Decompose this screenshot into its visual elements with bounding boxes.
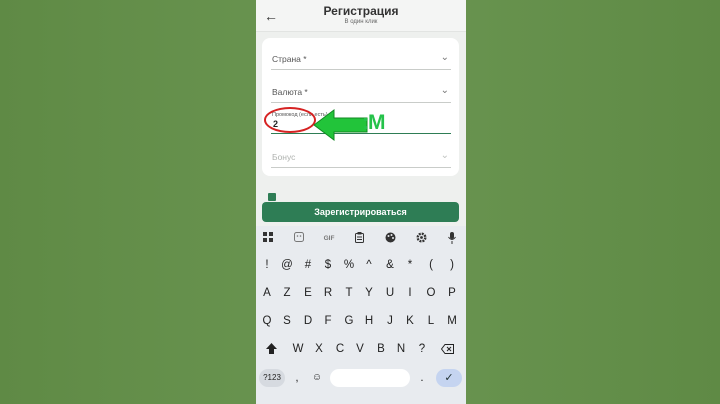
- key[interactable]: Y: [360, 282, 378, 304]
- key[interactable]: @: [278, 254, 296, 276]
- key[interactable]: O: [422, 282, 440, 304]
- key[interactable]: C: [331, 338, 349, 360]
- overlay-letters: :M: [362, 111, 385, 134]
- register-button[interactable]: Зарегистрироваться: [262, 202, 459, 222]
- emoji-icon[interactable]: ☺: [308, 367, 326, 389]
- red-circle-highlight: [264, 107, 316, 133]
- key[interactable]: J: [381, 310, 399, 332]
- page-subtitle: В один клик: [344, 19, 378, 25]
- gif-button[interactable]: GIF: [320, 232, 338, 246]
- key[interactable]: T: [340, 282, 358, 304]
- page-title: Регистрация: [323, 4, 399, 18]
- key[interactable]: P: [443, 282, 461, 304]
- key[interactable]: M: [443, 310, 461, 332]
- currency-label: Валюта *: [272, 87, 308, 97]
- mic-icon[interactable]: [443, 232, 461, 246]
- key[interactable]: #: [299, 254, 317, 276]
- key[interactable]: X: [310, 338, 328, 360]
- key[interactable]: (: [422, 254, 440, 276]
- key[interactable]: K: [401, 310, 419, 332]
- keyboard-row-symbols: ! @ # $ % ^ & * ( ): [256, 254, 466, 278]
- backspace-icon[interactable]: [438, 338, 456, 360]
- key[interactable]: Z: [278, 282, 296, 304]
- key[interactable]: E: [299, 282, 317, 304]
- key[interactable]: W: [289, 338, 307, 360]
- key[interactable]: U: [381, 282, 399, 304]
- key[interactable]: R: [319, 282, 337, 304]
- key[interactable]: F: [319, 310, 337, 332]
- keyboard-row-bottom: ?123 , ☺ . ✓: [256, 367, 466, 391]
- space-key[interactable]: [330, 369, 410, 387]
- key[interactable]: L: [422, 310, 440, 332]
- phone-screen: ← Регистрация В один клик Страна * ⌄ Вал…: [256, 0, 466, 404]
- key[interactable]: $: [319, 254, 337, 276]
- bonus-select[interactable]: Бонус ⌄: [271, 146, 451, 168]
- gear-icon[interactable]: [412, 232, 430, 246]
- clipboard-icon[interactable]: [350, 232, 368, 246]
- key[interactable]: H: [360, 310, 378, 332]
- keyboard-row-2: Q S D F G H J K L M: [256, 310, 466, 334]
- grid-icon[interactable]: [259, 232, 277, 246]
- bonus-label: Бонус: [272, 152, 296, 162]
- country-select[interactable]: Страна * ⌄: [271, 48, 451, 70]
- key[interactable]: N: [392, 338, 410, 360]
- key[interactable]: &: [381, 254, 399, 276]
- chevron-down-icon: ⌄: [440, 52, 449, 63]
- currency-select[interactable]: Валюта * ⌄: [271, 81, 451, 103]
- key[interactable]: V: [351, 338, 369, 360]
- app-header: ← Регистрация В один клик: [256, 0, 466, 32]
- chevron-down-icon: ⌄: [440, 150, 449, 161]
- key[interactable]: I: [401, 282, 419, 304]
- key[interactable]: *: [401, 254, 419, 276]
- keyboard: GIF ! @ # $ % ^ & * ( ) A Z E R T Y U I …: [256, 226, 466, 404]
- keyboard-row-1: A Z E R T Y U I O P: [256, 282, 466, 306]
- key[interactable]: S: [278, 310, 296, 332]
- key[interactable]: .: [413, 367, 431, 389]
- num-key[interactable]: ?123: [259, 369, 285, 387]
- keyboard-toolbar: GIF: [256, 228, 466, 250]
- key[interactable]: Q: [258, 310, 276, 332]
- key[interactable]: ?: [413, 338, 431, 360]
- key[interactable]: D: [299, 310, 317, 332]
- enter-check-icon[interactable]: ✓: [436, 369, 462, 387]
- registration-form: Страна * ⌄ Валюта * ⌄ Промокод (если ест…: [262, 38, 459, 176]
- shift-icon[interactable]: [262, 338, 280, 360]
- key[interactable]: !: [258, 254, 276, 276]
- checkbox[interactable]: [268, 193, 276, 201]
- key[interactable]: ^: [360, 254, 378, 276]
- key[interactable]: %: [340, 254, 358, 276]
- palette-icon[interactable]: [381, 232, 399, 246]
- key[interactable]: A: [258, 282, 276, 304]
- key[interactable]: ): [443, 254, 461, 276]
- key[interactable]: G: [340, 310, 358, 332]
- keyboard-row-3: W X C V B N ?: [256, 338, 466, 362]
- chevron-down-icon: ⌄: [440, 85, 449, 96]
- country-label: Страна *: [272, 54, 307, 64]
- key[interactable]: B: [372, 338, 390, 360]
- key[interactable]: ,: [288, 367, 306, 389]
- sticker-icon[interactable]: [290, 232, 308, 246]
